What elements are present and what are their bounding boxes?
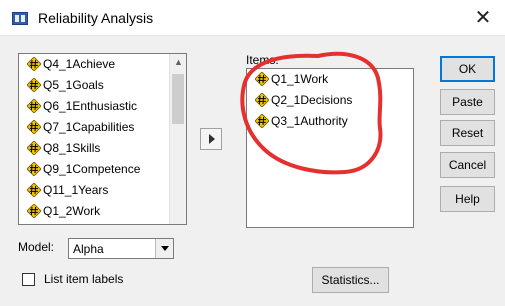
variable-list-item[interactable]: Q8_1Skills — [19, 138, 169, 159]
list-item-labels-checkbox[interactable] — [22, 273, 35, 286]
variable-label: Q8_1Skills — [43, 141, 101, 155]
app-icon — [12, 12, 28, 25]
variable-label: Q2_1Decisions — [271, 93, 353, 107]
scale-variable-icon — [255, 72, 269, 86]
paste-button[interactable]: Paste — [440, 89, 495, 115]
scale-variable-icon — [27, 57, 41, 71]
variable-list-item[interactable]: Q9_1Competence — [19, 159, 169, 180]
scale-variable-icon — [27, 99, 41, 113]
chevron-down-icon[interactable] — [155, 239, 173, 258]
variable-label: Q4_1Achieve — [43, 57, 116, 71]
model-value: Alpha — [73, 242, 104, 256]
scroll-up-icon[interactable]: ▲ — [170, 54, 186, 71]
variable-label: Q1_2Work — [43, 204, 101, 218]
scale-variable-icon — [27, 162, 41, 176]
ok-button[interactable]: OK — [440, 56, 495, 82]
move-to-items-button[interactable] — [200, 128, 222, 150]
title-bar: Reliability Analysis ✕ — [0, 0, 505, 36]
variable-label: Q9_1Competence — [43, 162, 141, 176]
variable-label: Q11_1Years — [43, 183, 109, 197]
statistics-button[interactable]: Statistics... — [312, 267, 389, 293]
variable-list-item[interactable]: Q1_2Work — [19, 201, 169, 222]
cancel-button[interactable]: Cancel — [440, 152, 495, 178]
variable-label: Q6_1Enthusiastic — [43, 99, 138, 113]
items-list[interactable]: Q1_1Work Q2_1Decisions Q3_1Authority — [246, 68, 414, 228]
variable-list-item[interactable]: Q11_1Years — [19, 180, 169, 201]
scale-variable-icon — [27, 78, 41, 92]
scale-variable-icon — [27, 120, 41, 134]
variable-list-item[interactable]: Q5_1Goals — [19, 75, 169, 96]
scale-variable-icon — [27, 183, 41, 197]
variable-list-item[interactable]: Q3_1Authority — [247, 111, 413, 132]
close-icon[interactable]: ✕ — [469, 4, 497, 32]
list-item-labels-label: List item labels — [44, 272, 124, 286]
help-button[interactable]: Help — [440, 186, 495, 212]
variable-list-item[interactable]: Q6_1Enthusiastic — [19, 96, 169, 117]
scale-variable-icon — [27, 204, 41, 218]
source-variable-list[interactable]: Q4_1Achieve Q5_1Goals Q6_1Enthusiastic Q7_1… — [18, 53, 187, 225]
source-variable-items: Q4_1Achieve Q5_1Goals Q6_1Enthusiastic Q7_1… — [19, 54, 169, 224]
variable-list-item[interactable]: Q7_1Capabilities — [19, 117, 169, 138]
scale-variable-icon — [255, 93, 269, 107]
variable-list-item[interactable]: Q1_1Work — [247, 69, 413, 90]
scale-variable-icon — [27, 141, 41, 155]
items-label: Items: — [246, 53, 279, 67]
variable-list-item[interactable]: Q4_1Achieve — [19, 54, 169, 75]
model-select[interactable]: Alpha — [68, 238, 174, 259]
scale-variable-icon — [255, 114, 269, 128]
variable-label: Q7_1Capabilities — [43, 120, 135, 134]
scrollbar-thumb[interactable] — [172, 74, 184, 124]
source-list-scrollbar[interactable]: ▲ — [169, 54, 186, 224]
reset-button[interactable]: Reset — [440, 120, 495, 146]
variable-label: Q5_1Goals — [43, 78, 104, 92]
window-title: Reliability Analysis — [38, 10, 154, 26]
variable-list-item[interactable]: Q2_1Decisions — [247, 90, 413, 111]
variable-label: Q1_1Work — [271, 72, 329, 86]
model-label: Model: — [18, 240, 55, 254]
variable-label: Q3_1Authority — [271, 114, 348, 128]
